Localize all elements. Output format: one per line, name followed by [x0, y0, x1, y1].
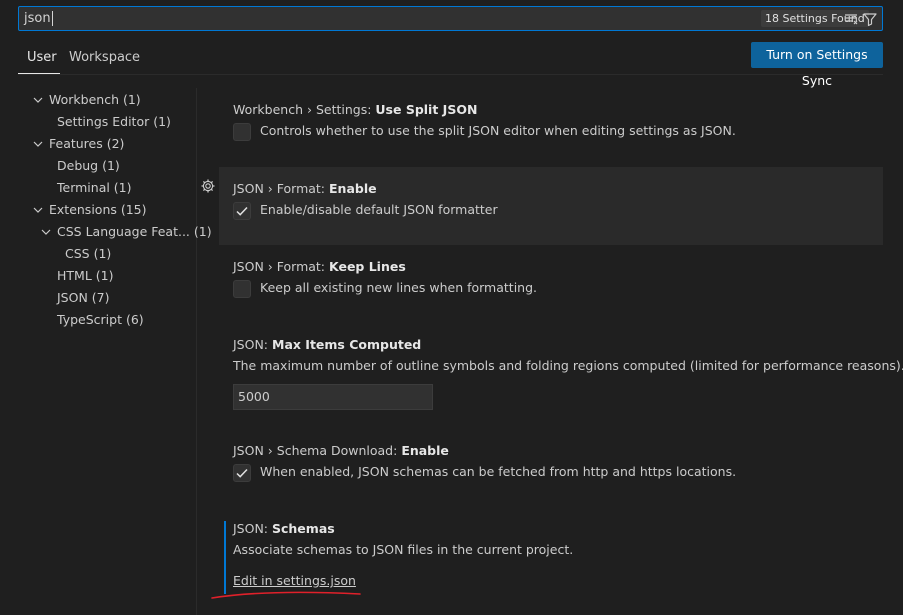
setting-category: JSON › Format:: [233, 259, 329, 274]
setting-max-items-computed: JSON: Max Items Computed The maximum num…: [219, 323, 903, 429]
setting-name: Max Items Computed: [272, 337, 422, 352]
setting-category: JSON:: [233, 337, 272, 352]
red-underline-annotation: [211, 591, 361, 599]
setting-category: JSON:: [233, 521, 272, 536]
setting-name: Use Split JSON: [375, 102, 478, 117]
setting-title: JSON › Schema Download: Enable: [233, 443, 449, 458]
setting-name: Enable: [329, 181, 377, 196]
setting-title: JSON: Schemas: [233, 521, 335, 536]
setting-json-format-keep-lines: JSON › Format: Keep Lines Keep all exist…: [219, 245, 883, 323]
setting-category: JSON › Format:: [233, 181, 329, 196]
toc-item-css-language-features[interactable]: CSS Language Feat... (1): [57, 221, 212, 243]
chevron-down-icon[interactable]: [32, 133, 44, 155]
search-input-value: json: [24, 11, 51, 26]
toc-item-debug[interactable]: Debug (1): [57, 155, 120, 177]
setting-title: JSON › Format: Enable: [233, 181, 377, 196]
checkmark-icon: [236, 468, 248, 478]
tabs-divider: [18, 74, 883, 75]
tab-workspace[interactable]: Workspace: [69, 50, 140, 65]
setting-description: Controls whether to use the split JSON e…: [260, 123, 736, 138]
setting-category: Workbench › Settings:: [233, 102, 376, 117]
keep-lines-checkbox[interactable]: [233, 280, 251, 298]
setting-description: Associate schemas to JSON files in the c…: [233, 542, 574, 557]
toc-divider: [196, 88, 197, 615]
clear-filter-icon[interactable]: [842, 10, 860, 28]
schema-download-enable-checkbox[interactable]: [233, 464, 251, 482]
toc-item-workbench[interactable]: Workbench (1): [49, 89, 141, 111]
chevron-down-icon[interactable]: [40, 221, 52, 243]
setting-description: When enabled, JSON schemas can be fetche…: [260, 464, 737, 479]
chevron-down-icon[interactable]: [32, 89, 44, 111]
settings-search-box[interactable]: json 18 Settings Found: [18, 6, 883, 31]
max-items-computed-input[interactable]: 5000: [233, 384, 433, 410]
toc-item-settings-editor[interactable]: Settings Editor (1): [57, 111, 171, 133]
json-format-enable-checkbox[interactable]: [233, 202, 251, 220]
setting-name: Schemas: [272, 521, 335, 536]
setting-category: JSON › Schema Download:: [233, 443, 402, 458]
use-split-json-checkbox[interactable]: [233, 123, 251, 141]
edit-in-settings-json-link[interactable]: Edit in settings.json: [233, 573, 356, 588]
chevron-down-icon[interactable]: [32, 199, 44, 221]
tab-user[interactable]: User: [27, 50, 57, 65]
search-input[interactable]: json: [24, 7, 53, 30]
setting-description: Enable/disable default JSON formatter: [260, 202, 498, 217]
turn-on-settings-sync-button[interactable]: Turn on Settings Sync: [751, 42, 883, 88]
toc-item-json[interactable]: JSON (7): [57, 287, 110, 309]
setting-description: The maximum number of outline symbols an…: [233, 358, 903, 373]
setting-json-format-enable: JSON › Format: Enable Enable/disable def…: [219, 167, 883, 245]
toc-item-features[interactable]: Features (2): [49, 133, 124, 155]
toc-item-html[interactable]: HTML (1): [57, 265, 113, 287]
setting-use-split-json: Workbench › Settings: Use Split JSON Con…: [219, 88, 883, 166]
gear-icon[interactable]: [200, 178, 216, 194]
setting-description: Keep all existing new lines when formatt…: [260, 280, 537, 295]
toc-item-typescript[interactable]: TypeScript (6): [57, 309, 144, 331]
toc-item-extensions[interactable]: Extensions (15): [49, 199, 147, 221]
setting-title: JSON: Max Items Computed: [233, 337, 421, 352]
setting-name: Enable: [401, 443, 449, 458]
text-cursor: [51, 11, 53, 26]
setting-title: Workbench › Settings: Use Split JSON: [233, 102, 477, 117]
setting-name: Keep Lines: [329, 259, 406, 274]
toc-item-css[interactable]: CSS (1): [65, 243, 111, 265]
setting-title: JSON › Format: Keep Lines: [233, 259, 406, 274]
toc-item-terminal[interactable]: Terminal (1): [57, 177, 132, 199]
setting-schema-download-enable: JSON › Schema Download: Enable When enab…: [219, 429, 883, 507]
filter-icon[interactable]: [861, 10, 879, 28]
checkmark-icon: [236, 206, 248, 216]
